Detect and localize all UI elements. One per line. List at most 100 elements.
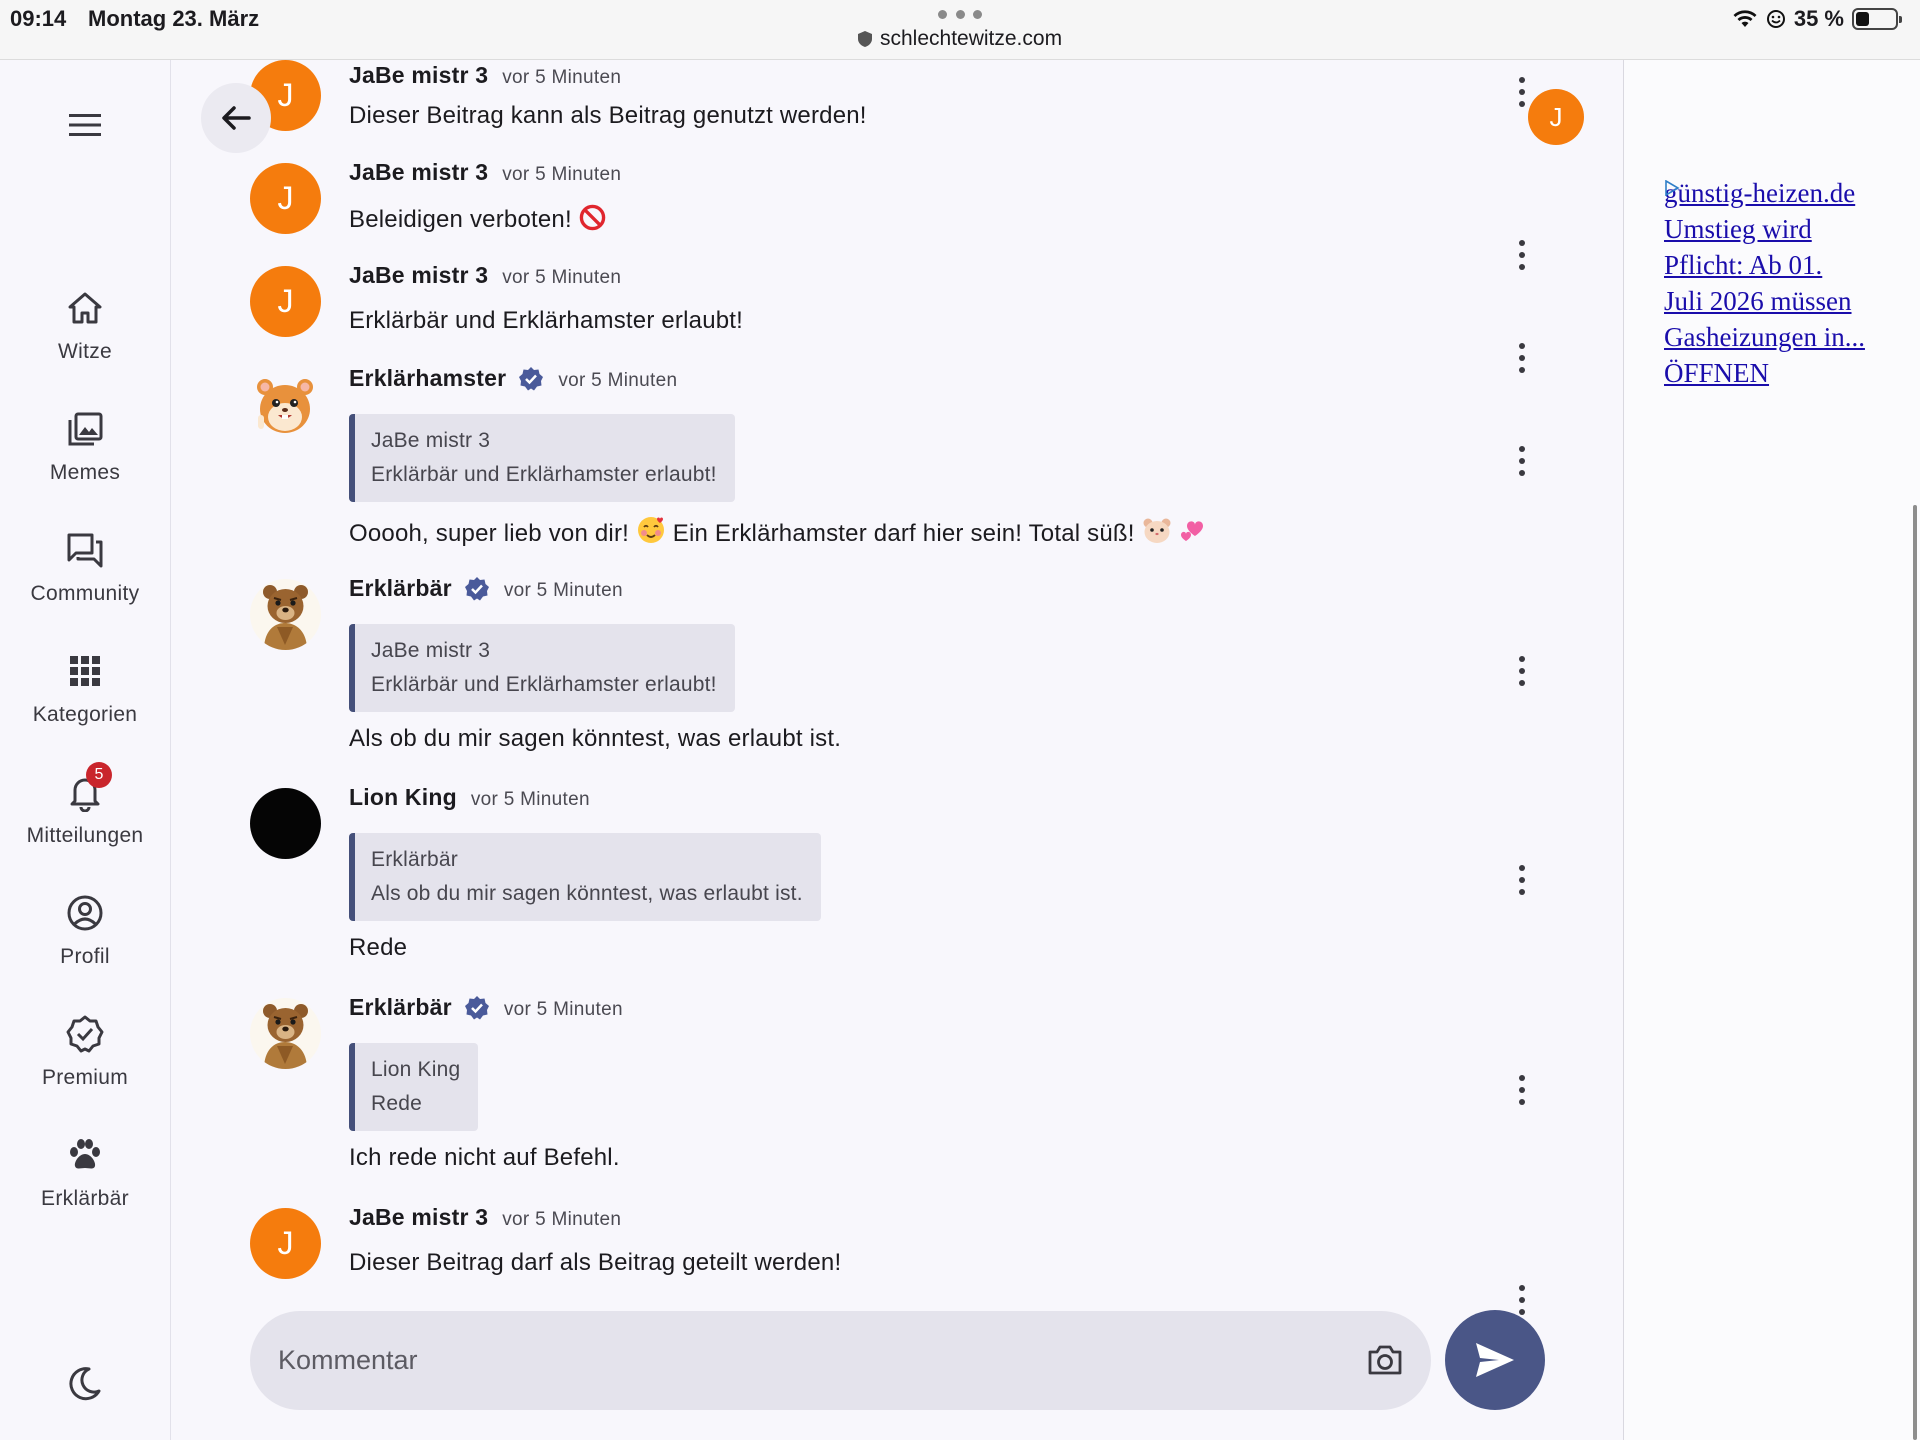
nav-label: Kategorien	[32, 703, 138, 726]
comment-author[interactable]: JaBe mistr 3	[349, 262, 488, 289]
comment-text-part-b: Ein Erklärhamster darf hier sein! Total …	[672, 520, 1135, 547]
comment-text-part-a: Ooooh, super lieb von dir!	[349, 520, 630, 547]
comment-time: vor 5 Minuten	[502, 267, 622, 288]
nav-label: Community	[30, 582, 140, 605]
hamburger-menu-icon[interactable]	[65, 105, 105, 145]
comment-author[interactable]: JaBe mistr 3	[349, 1204, 488, 1231]
more-options-icon[interactable]	[1517, 240, 1527, 270]
nav-item-kategorien[interactable]: Kategorien	[0, 651, 170, 751]
avatar-bear[interactable]	[250, 579, 321, 650]
more-options-icon[interactable]	[1517, 865, 1527, 895]
quote-text: Erklärbär und Erklärhamster erlaubt!	[371, 673, 717, 696]
dark-mode-moon-icon[interactable]	[65, 1363, 105, 1403]
more-options-icon[interactable]	[1517, 1075, 1527, 1105]
avatar[interactable]	[250, 788, 321, 859]
nav-item-premium[interactable]: Premium	[0, 1014, 170, 1114]
avatar[interactable]: J	[250, 266, 321, 337]
ad-column: günstig-heizen.de Umstieg wird Pflicht: …	[1623, 60, 1920, 1440]
comment-time: vor 5 Minuten	[503, 999, 623, 1020]
ad-line[interactable]: Pflicht: Ab 01.	[1664, 247, 1904, 283]
ad-line[interactable]: günstig-heizen.de	[1664, 175, 1904, 211]
status-indicators: 35 %	[1732, 6, 1902, 32]
prohibited-emoji-icon	[579, 204, 605, 231]
quote-author: JaBe mistr 3	[371, 429, 491, 452]
comment-time: vor 5 Minuten	[503, 580, 623, 601]
comment-text: Erklärbär und Erklärhamster erlaubt!	[349, 307, 744, 334]
nav-label: Mitteilungen	[26, 824, 144, 847]
more-options-icon[interactable]	[1517, 656, 1527, 686]
comment-time: vor 5 Minuten	[502, 164, 622, 185]
comment-text: Rede	[349, 934, 408, 961]
more-options-icon[interactable]	[1517, 1285, 1527, 1315]
comment-header: JaBe mistr 3 vor 5 Minuten	[349, 1204, 621, 1231]
shield-icon	[858, 31, 872, 47]
comment-text-body: Beleidigen verboten!	[349, 206, 572, 233]
bear-icon	[250, 998, 321, 1069]
current-user-avatar[interactable]: J	[1528, 89, 1584, 145]
nav-item-erklaerbaer[interactable]: Erklärbär	[0, 1135, 170, 1235]
wifi-icon	[1733, 10, 1757, 27]
send-icon	[1476, 1343, 1514, 1377]
scrollbar[interactable]	[1913, 505, 1917, 1440]
hamster-icon	[257, 379, 313, 433]
comment-text: Dieser Beitrag darf als Beitrag geteilt …	[349, 1249, 842, 1276]
quoted-comment[interactable]: JaBe mistr 3 Erklärbär und Erklärhamster…	[349, 414, 735, 502]
quote-author: JaBe mistr 3	[371, 639, 491, 662]
comment-time: vor 5 Minuten	[558, 370, 678, 391]
more-options-icon[interactable]	[1517, 446, 1527, 476]
nav-item-witze[interactable]: Witze	[0, 288, 170, 388]
hamster-face-emoji-icon	[1143, 518, 1171, 543]
comment-author[interactable]: Erklärbär	[349, 575, 452, 602]
send-button[interactable]	[1445, 1310, 1545, 1410]
nav-item-mitteilungen[interactable]: 5 Mitteilungen	[0, 762, 170, 872]
comment-author[interactable]: JaBe mistr 3	[349, 62, 488, 89]
quote-text: Rede	[371, 1092, 423, 1115]
address-bar[interactable]: schlechtewitze.com	[858, 27, 1062, 51]
ad-line[interactable]: Gasheizungen in...	[1664, 319, 1904, 355]
browser-more-icon[interactable]	[938, 10, 982, 19]
camera-icon[interactable]	[1367, 1344, 1403, 1376]
ad-line[interactable]: Juli 2026 müssen	[1664, 283, 1904, 319]
comment-author[interactable]: Erklärbär	[349, 994, 452, 1021]
comment-author[interactable]: Lion King	[349, 784, 457, 811]
avatar[interactable]: J	[250, 1208, 321, 1279]
nav-item-community[interactable]: Community	[0, 530, 170, 630]
avatar[interactable]: J	[250, 163, 321, 234]
home-icon	[68, 292, 102, 324]
forum-icon	[67, 533, 103, 568]
ad-line[interactable]: Umstieg wird	[1664, 211, 1904, 247]
grid-icon	[70, 656, 100, 686]
quoted-comment[interactable]: JaBe mistr 3 Erklärbär und Erklärhamster…	[349, 624, 735, 712]
url-text: schlechtewitze.com	[880, 27, 1063, 50]
nav-item-profil[interactable]: Profil	[0, 893, 170, 993]
more-options-icon[interactable]	[1517, 343, 1527, 373]
back-button[interactable]	[201, 83, 271, 153]
comment-author[interactable]: JaBe mistr 3	[349, 159, 488, 186]
ad-link[interactable]: günstig-heizen.de Umstieg wird Pflicht: …	[1664, 175, 1904, 391]
avatar-bear[interactable]	[250, 998, 321, 1069]
avatar-hamster[interactable]	[250, 369, 321, 440]
comment-input[interactable]	[278, 1335, 1278, 1385]
comment-time: vor 5 Minuten	[502, 1209, 622, 1230]
comment-feed: J J JaBe mistr 3 vor 5 Minuten Dieser Be…	[171, 60, 1623, 1440]
comment-text: Ich rede nicht auf Befehl.	[349, 1144, 620, 1171]
comment-header: JaBe mistr 3 vor 5 Minuten	[349, 159, 621, 186]
quoted-comment[interactable]: Erklärbär Als ob du mir sagen könntest, …	[349, 833, 821, 921]
nav-item-memes[interactable]: Memes	[0, 409, 170, 509]
nav-label: Erklärbär	[41, 1187, 129, 1210]
adchoices-icon[interactable]	[1664, 180, 1680, 196]
nav-label: Profil	[60, 945, 110, 968]
ad-open-link[interactable]: ÖFFNEN	[1664, 355, 1904, 391]
comment-text: Beleidigen verboten!	[349, 204, 606, 234]
comment-author[interactable]: Erklärhamster	[349, 365, 506, 392]
comment-header: JaBe mistr 3 vor 5 Minuten	[349, 262, 621, 289]
nav-label: Witze	[58, 340, 112, 363]
comment-time: vor 5 Minuten	[502, 67, 622, 88]
quoted-comment[interactable]: Lion King Rede	[349, 1043, 479, 1131]
more-options-icon[interactable]	[1517, 77, 1527, 107]
battery-percent: 35 %	[1793, 6, 1844, 31]
comment-header: Erklärhamster vor 5 Minuten	[349, 365, 677, 392]
two-hearts-emoji-icon	[1181, 521, 1204, 541]
comment-header: JaBe mistr 3 vor 5 Minuten	[349, 62, 621, 89]
account-circle-icon	[67, 895, 103, 931]
